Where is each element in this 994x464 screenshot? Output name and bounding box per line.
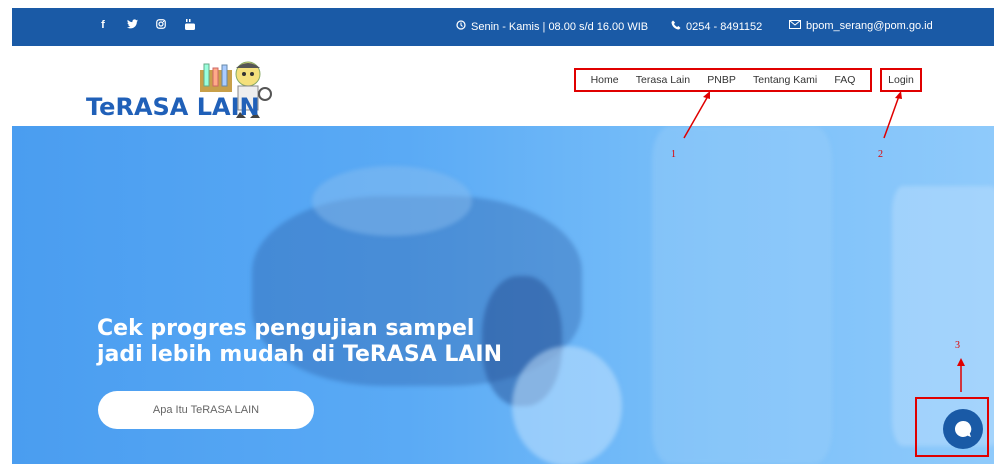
nav-item-faq[interactable]: FAQ <box>834 74 855 86</box>
hero-background-shape <box>512 346 622 464</box>
hero-background-shape <box>652 126 832 464</box>
hero-headline-line2: jadi lebih mudah di TeRASA LAIN <box>97 342 503 367</box>
hero-background-shape <box>312 166 472 236</box>
site-logo[interactable]: TeRASA LAIN <box>86 60 286 122</box>
chat-button[interactable] <box>943 409 983 449</box>
nav-item-home[interactable]: Home <box>591 74 619 86</box>
chat-widget-highlight <box>915 397 989 457</box>
annotation-label-2: 2 <box>878 149 883 160</box>
instagram-icon[interactable] <box>154 19 168 33</box>
email-contact: bpom_serang@pom.go.id <box>789 20 933 32</box>
hero-headline-line1: Cek progres pengujian sampel <box>97 316 475 341</box>
email-text[interactable]: bpom_serang@pom.go.id <box>806 20 933 32</box>
youtube-icon[interactable] <box>183 19 197 33</box>
logo-text: TeRASA LAIN <box>86 93 260 121</box>
phone-icon <box>671 20 681 33</box>
envelope-icon <box>789 20 801 32</box>
site-header: TeRASA LAIN Home Terasa Lain PNBP Tentan… <box>12 46 994 126</box>
login-button[interactable]: Login <box>880 68 922 92</box>
annotation-label-3: 3 <box>955 340 960 351</box>
chat-bubble-icon <box>954 420 972 437</box>
office-hours-text: Senin - Kamis | 08.00 s/d 16.00 WIB <box>471 20 649 33</box>
nav-item-tentang-kami[interactable]: Tentang Kami <box>753 74 817 86</box>
twitter-icon[interactable] <box>125 19 139 33</box>
facebook-icon[interactable]: f <box>96 19 110 33</box>
about-terasa-lain-button[interactable]: Apa Itu TeRASA LAIN <box>98 391 314 429</box>
nav-item-terasa-lain[interactable]: Terasa Lain <box>636 74 690 86</box>
hero-banner: Cek progres pengujian sampel jadi lebih … <box>12 126 994 464</box>
hero-headline: Cek progres pengujian sampel jadi lebih … <box>97 316 502 368</box>
office-hours: Senin - Kamis | 08.00 s/d 16.00 WIB <box>456 20 648 33</box>
annotation-label-1: 1 <box>671 149 676 160</box>
clock-icon <box>456 20 466 33</box>
phone-contact: 0254 - 8491152 <box>671 20 762 33</box>
top-info-bar: f Senin - Kamis | 08.00 s/d 16.00 WIB 02… <box>12 8 994 46</box>
nav-item-pnbp[interactable]: PNBP <box>707 74 736 86</box>
social-links: f <box>96 19 197 33</box>
phone-text[interactable]: 0254 - 8491152 <box>686 21 762 33</box>
main-navigation: Home Terasa Lain PNBP Tentang Kami FAQ <box>574 68 872 92</box>
